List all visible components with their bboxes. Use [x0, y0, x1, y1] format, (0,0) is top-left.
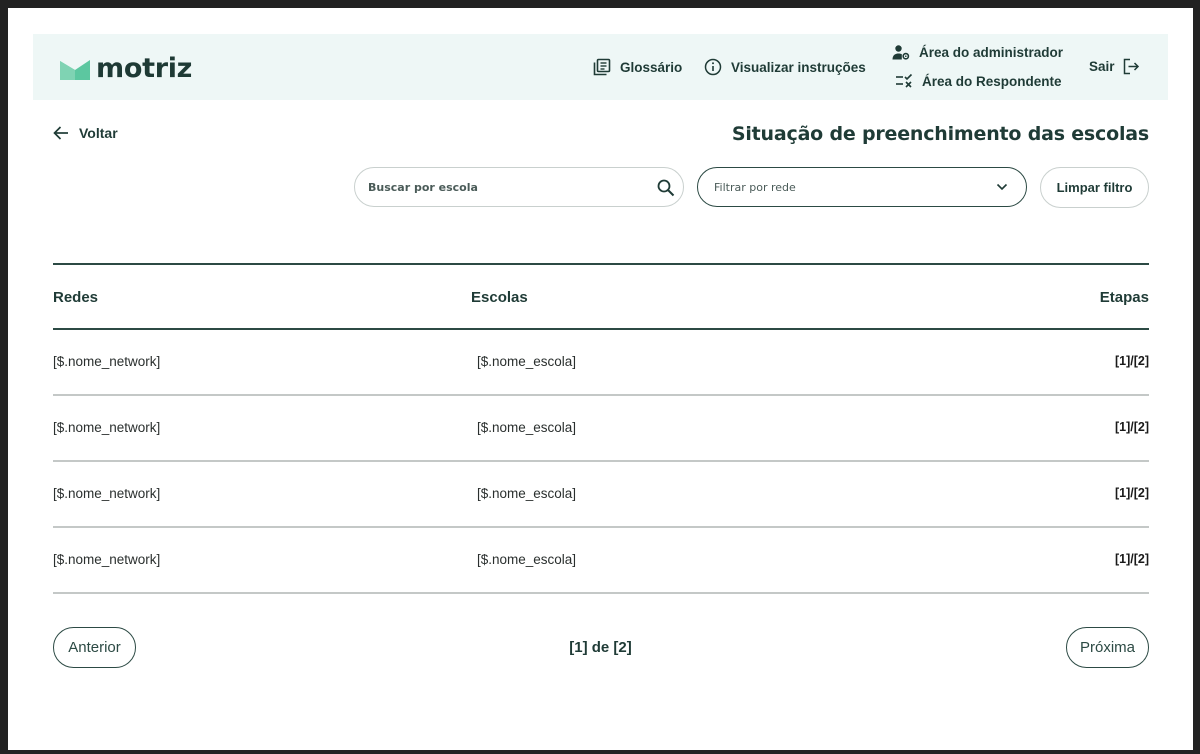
- table-header: Redes Escolas Etapas: [53, 263, 1149, 330]
- table-row[interactable]: [$.nome_network] [$.nome_escola] [1]/[2]: [53, 462, 1149, 528]
- clear-filter-button[interactable]: Limpar filtro: [1040, 167, 1149, 208]
- pagination-info: [1] de [2]: [569, 639, 632, 656]
- cell-etapas: [1]/[2]: [1114, 486, 1149, 500]
- table-row[interactable]: [$.nome_network] [$.nome_escola] [1]/[2]: [53, 528, 1149, 594]
- nav-instrucoes-label: Visualizar instruções: [731, 59, 866, 75]
- back-button[interactable]: Voltar: [53, 125, 118, 141]
- nav-instrucoes[interactable]: Visualizar instruções: [704, 58, 866, 76]
- checklist-icon: [896, 73, 913, 88]
- cell-rede: [$.nome_network]: [53, 354, 161, 369]
- nav-admin[interactable]: Área do administrador: [892, 44, 1063, 61]
- info-icon: [704, 58, 722, 76]
- logout-icon: [1123, 58, 1139, 75]
- logout-button[interactable]: Sair: [1089, 58, 1140, 75]
- page-title: Situação de preenchimento das escolas: [731, 123, 1149, 145]
- network-filter-placeholder: Filtrar por rede: [714, 181, 796, 194]
- logo-icon: [60, 59, 90, 80]
- search-input[interactable]: [368, 168, 648, 206]
- cell-etapas: [1]/[2]: [1114, 552, 1149, 566]
- app-window: motriz Glossário Visualizar instruções Á…: [8, 8, 1193, 750]
- nav-respondente-label: Área do Respondente: [922, 73, 1062, 89]
- cell-escola: [$.nome_escola]: [477, 354, 577, 369]
- column-header-etapas[interactable]: Etapas: [1100, 289, 1149, 306]
- next-page-button[interactable]: Próxima: [1066, 627, 1149, 668]
- book-icon: [593, 58, 611, 76]
- cell-etapas: [1]/[2]: [1114, 354, 1149, 368]
- schools-table: Redes Escolas Etapas [$.nome_network] [$…: [53, 263, 1149, 594]
- nav-admin-label: Área do administrador: [919, 45, 1064, 60]
- arrow-left-icon: [53, 126, 68, 140]
- nav-glossario[interactable]: Glossário: [593, 58, 682, 76]
- logout-label: Sair: [1089, 59, 1115, 74]
- cell-etapas: [1]/[2]: [1114, 420, 1149, 434]
- cell-rede: [$.nome_network]: [53, 486, 161, 501]
- table-row[interactable]: [$.nome_network] [$.nome_escola] [1]/[2]: [53, 396, 1149, 462]
- user-gear-icon: [892, 45, 910, 60]
- back-label: Voltar: [79, 125, 118, 141]
- nav-glossario-label: Glossário: [620, 59, 683, 75]
- cell-escola: [$.nome_escola]: [477, 420, 577, 435]
- cell-rede: [$.nome_network]: [53, 552, 161, 567]
- cell-rede: [$.nome_network]: [53, 420, 161, 435]
- column-header-escolas[interactable]: Escolas: [471, 289, 528, 306]
- network-filter-select[interactable]: Filtrar por rede: [697, 167, 1027, 207]
- cell-escola: [$.nome_escola]: [477, 552, 577, 567]
- top-header: motriz Glossário Visualizar instruções Á…: [33, 34, 1168, 100]
- search-icon[interactable]: [657, 179, 675, 197]
- search-box: [354, 167, 684, 207]
- table-row[interactable]: [$.nome_network] [$.nome_escola] [1]/[2]: [53, 330, 1149, 396]
- column-header-redes[interactable]: Redes: [53, 289, 98, 306]
- cell-escola: [$.nome_escola]: [477, 486, 577, 501]
- brand-name: motriz: [96, 53, 193, 84]
- brand-logo[interactable]: motriz: [59, 53, 192, 84]
- chevron-down-icon: [996, 183, 1008, 191]
- nav-respondente[interactable]: Área do Respondente: [895, 73, 1062, 89]
